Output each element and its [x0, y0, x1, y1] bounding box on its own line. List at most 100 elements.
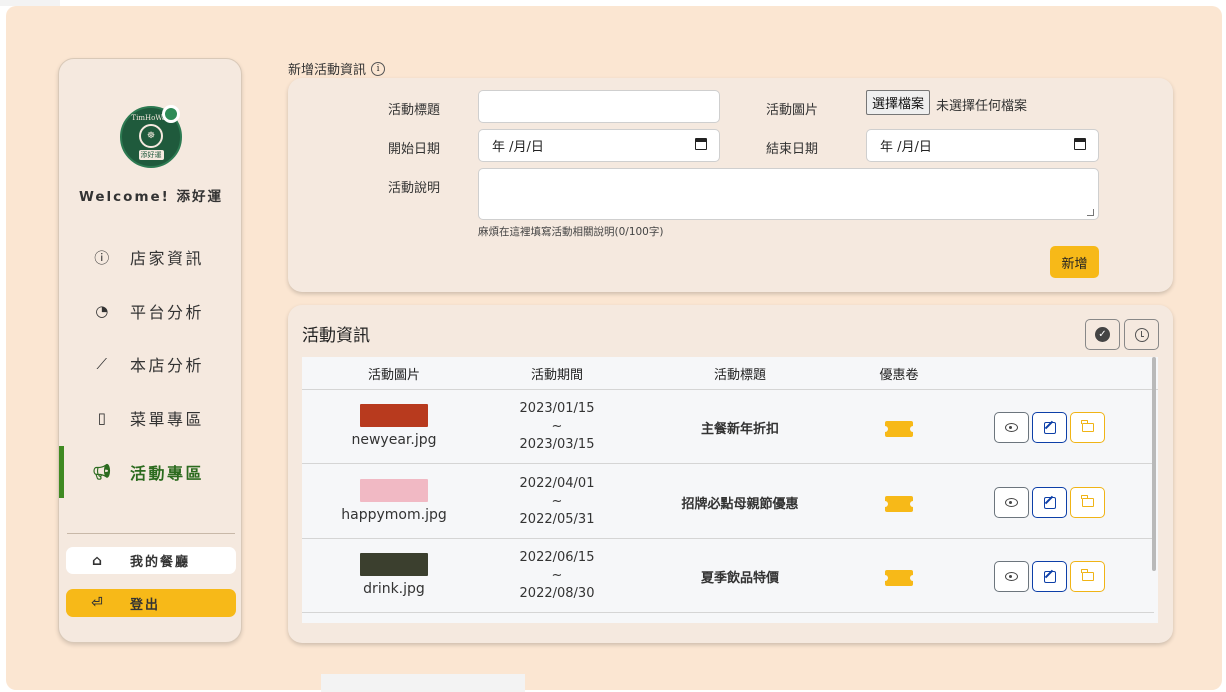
logo-text-bottom: 添好運 — [138, 150, 164, 160]
view-button[interactable] — [994, 412, 1029, 443]
end-date-input[interactable]: 年 /月/日 — [866, 129, 1099, 162]
start-date: 2023/01/15 — [519, 401, 595, 416]
activity-thumbnail — [360, 404, 428, 427]
sidebar: TimHoWan ☸ 添好運 Welcome! 添好運 ⓘ 店家資訊 ◔ 平台分… — [58, 58, 242, 643]
archive-button[interactable] — [1070, 561, 1105, 592]
period-separator: ~ — [551, 568, 563, 583]
my-restaurant-button[interactable]: ⌂ 我的餐廳 — [66, 547, 236, 574]
end-date: 2022/08/30 — [519, 586, 595, 601]
end-date: 2022/05/31 — [519, 512, 595, 527]
start-date-input[interactable]: 年 /月/日 — [478, 129, 720, 162]
view-button[interactable] — [994, 487, 1029, 518]
period-cell: 2023/01/15 ~ 2023/03/15 — [497, 400, 617, 454]
form-title-text: 新增活動資訊 — [288, 63, 367, 78]
table-row: newyear.jpg 2023/01/15 ~ 2023/03/15 主餐新年… — [302, 390, 1154, 464]
view-button[interactable] — [994, 561, 1029, 592]
nav-item-activities[interactable]: 📢︎ 活動專區 — [59, 446, 241, 498]
edit-icon — [1043, 496, 1056, 509]
activity-title: 主餐新年折扣 — [700, 422, 779, 437]
period-cell: 2022/04/01 ~ 2022/05/31 — [497, 475, 617, 529]
folder-icon — [1081, 420, 1094, 432]
image-cell: newyear.jpg — [334, 404, 454, 448]
nav-label: 平台分析 — [130, 303, 205, 322]
nav-label: 店家資訊 — [130, 249, 205, 268]
add-button[interactable]: 新增 — [1050, 246, 1099, 278]
welcome-text: Welcome! 添好運 — [78, 189, 224, 205]
folder-icon — [1081, 569, 1094, 581]
sidebar-divider — [67, 533, 235, 534]
start-date-value: 年 /月/日 — [492, 140, 544, 155]
edit-button[interactable] — [1032, 412, 1067, 443]
nav-item-platform-analysis[interactable]: ◔ 平台分析 — [59, 285, 241, 337]
start-date-label: 開始日期 — [388, 142, 441, 157]
activity-title: 夏季飲品特價 — [700, 571, 779, 586]
archive-button[interactable] — [1070, 487, 1105, 518]
coupon-icon[interactable] — [882, 421, 916, 437]
file-status: 未選擇任何檔案 — [936, 99, 1028, 114]
megaphone-icon: 📢︎ — [92, 463, 114, 481]
table-row: happymom.jpg 2022/04/01 ~ 2022/05/31 招牌必… — [302, 465, 1154, 539]
coupon-cell — [869, 570, 929, 586]
calendar-icon[interactable] — [695, 138, 707, 150]
image-cell: happymom.jpg — [334, 479, 454, 523]
pie-chart-icon: ◔ — [95, 302, 111, 320]
calendar-icon[interactable] — [1074, 138, 1086, 150]
clock-icon — [1134, 327, 1149, 342]
nav-label: 菜單專區 — [130, 410, 205, 429]
description-label: 活動說明 — [388, 181, 441, 196]
end-date: 2023/03/15 — [519, 437, 595, 452]
column-header: 優惠卷 — [879, 367, 919, 383]
list-title: 活動資訊 — [302, 326, 370, 346]
edit-icon — [1043, 421, 1056, 434]
logo-emblem-icon: ☸ — [139, 124, 163, 148]
coupon-icon[interactable] — [882, 496, 916, 512]
image-filename: drink.jpg — [363, 581, 425, 597]
period-separator: ~ — [551, 419, 563, 434]
column-header: 活動圖片 — [367, 367, 420, 383]
archive-button[interactable] — [1070, 412, 1105, 443]
edit-button[interactable] — [1032, 561, 1067, 592]
form-section-title: 新增活動資訊 i — [288, 59, 386, 78]
folder-icon — [1081, 495, 1094, 507]
line-chart-icon: ⟋ — [96, 355, 110, 373]
period-separator: ~ — [551, 494, 563, 509]
table-scrollbar[interactable] — [1152, 357, 1156, 571]
edit-icon — [1043, 570, 1056, 583]
coupon-icon[interactable] — [882, 570, 916, 586]
activity-title: 招牌必點母親節優惠 — [681, 497, 799, 512]
image-label: 活動圖片 — [766, 103, 819, 118]
active-filter-toggle[interactable]: ✓ — [1085, 319, 1120, 350]
activity-table: 活動圖片 活動期間 活動標題 優惠卷 newyear.jpg 2023/01/1… — [302, 357, 1158, 623]
activity-list-card: 活動資訊 ✓ 活動圖片 活動期間 活動標題 優惠卷 newyear.jpg 20… — [288, 305, 1173, 643]
history-filter-toggle[interactable] — [1124, 319, 1159, 350]
period-cell: 2022/06/15 ~ 2022/08/30 — [497, 549, 617, 603]
logout-button[interactable]: ⏎ 登出 — [66, 589, 236, 617]
logout-icon: ⏎ — [91, 595, 105, 611]
nav-label: 本店分析 — [130, 356, 205, 375]
activity-thumbnail — [360, 479, 428, 502]
info-icon[interactable]: i — [371, 61, 386, 76]
active-indicator — [59, 446, 64, 498]
nav-item-menu[interactable]: ▯ 菜單專區 — [59, 392, 241, 444]
bottom-tab — [321, 674, 525, 692]
column-header: 活動標題 — [713, 367, 766, 383]
online-status-dot — [162, 105, 180, 123]
edit-button[interactable] — [1032, 487, 1067, 518]
description-textarea[interactable] — [478, 168, 1099, 220]
choose-file-button[interactable]: 選擇檔案 — [866, 90, 931, 115]
title-label: 活動標題 — [388, 103, 441, 118]
clipboard-icon: ▯ — [97, 409, 109, 427]
resize-handle-icon[interactable] — [1087, 209, 1094, 216]
image-filename: happymom.jpg — [341, 507, 447, 523]
nav-item-store-info[interactable]: ⓘ 店家資訊 — [59, 231, 241, 283]
my-restaurant-label: 我的餐廳 — [130, 555, 191, 570]
activity-title-input[interactable] — [478, 90, 720, 123]
home-icon: ⌂ — [91, 552, 105, 569]
eye-icon — [1005, 498, 1018, 507]
nav-item-store-analysis[interactable]: ⟋ 本店分析 — [59, 338, 241, 390]
start-date: 2022/06/15 — [519, 550, 595, 565]
table-header: 活動圖片 活動期間 活動標題 優惠卷 — [302, 357, 1158, 390]
info-circle-icon: ⓘ — [94, 248, 112, 267]
eye-icon — [1005, 423, 1018, 432]
table-row: drink.jpg 2022/06/15 ~ 2022/08/30 夏季飲品特價 — [302, 539, 1154, 613]
